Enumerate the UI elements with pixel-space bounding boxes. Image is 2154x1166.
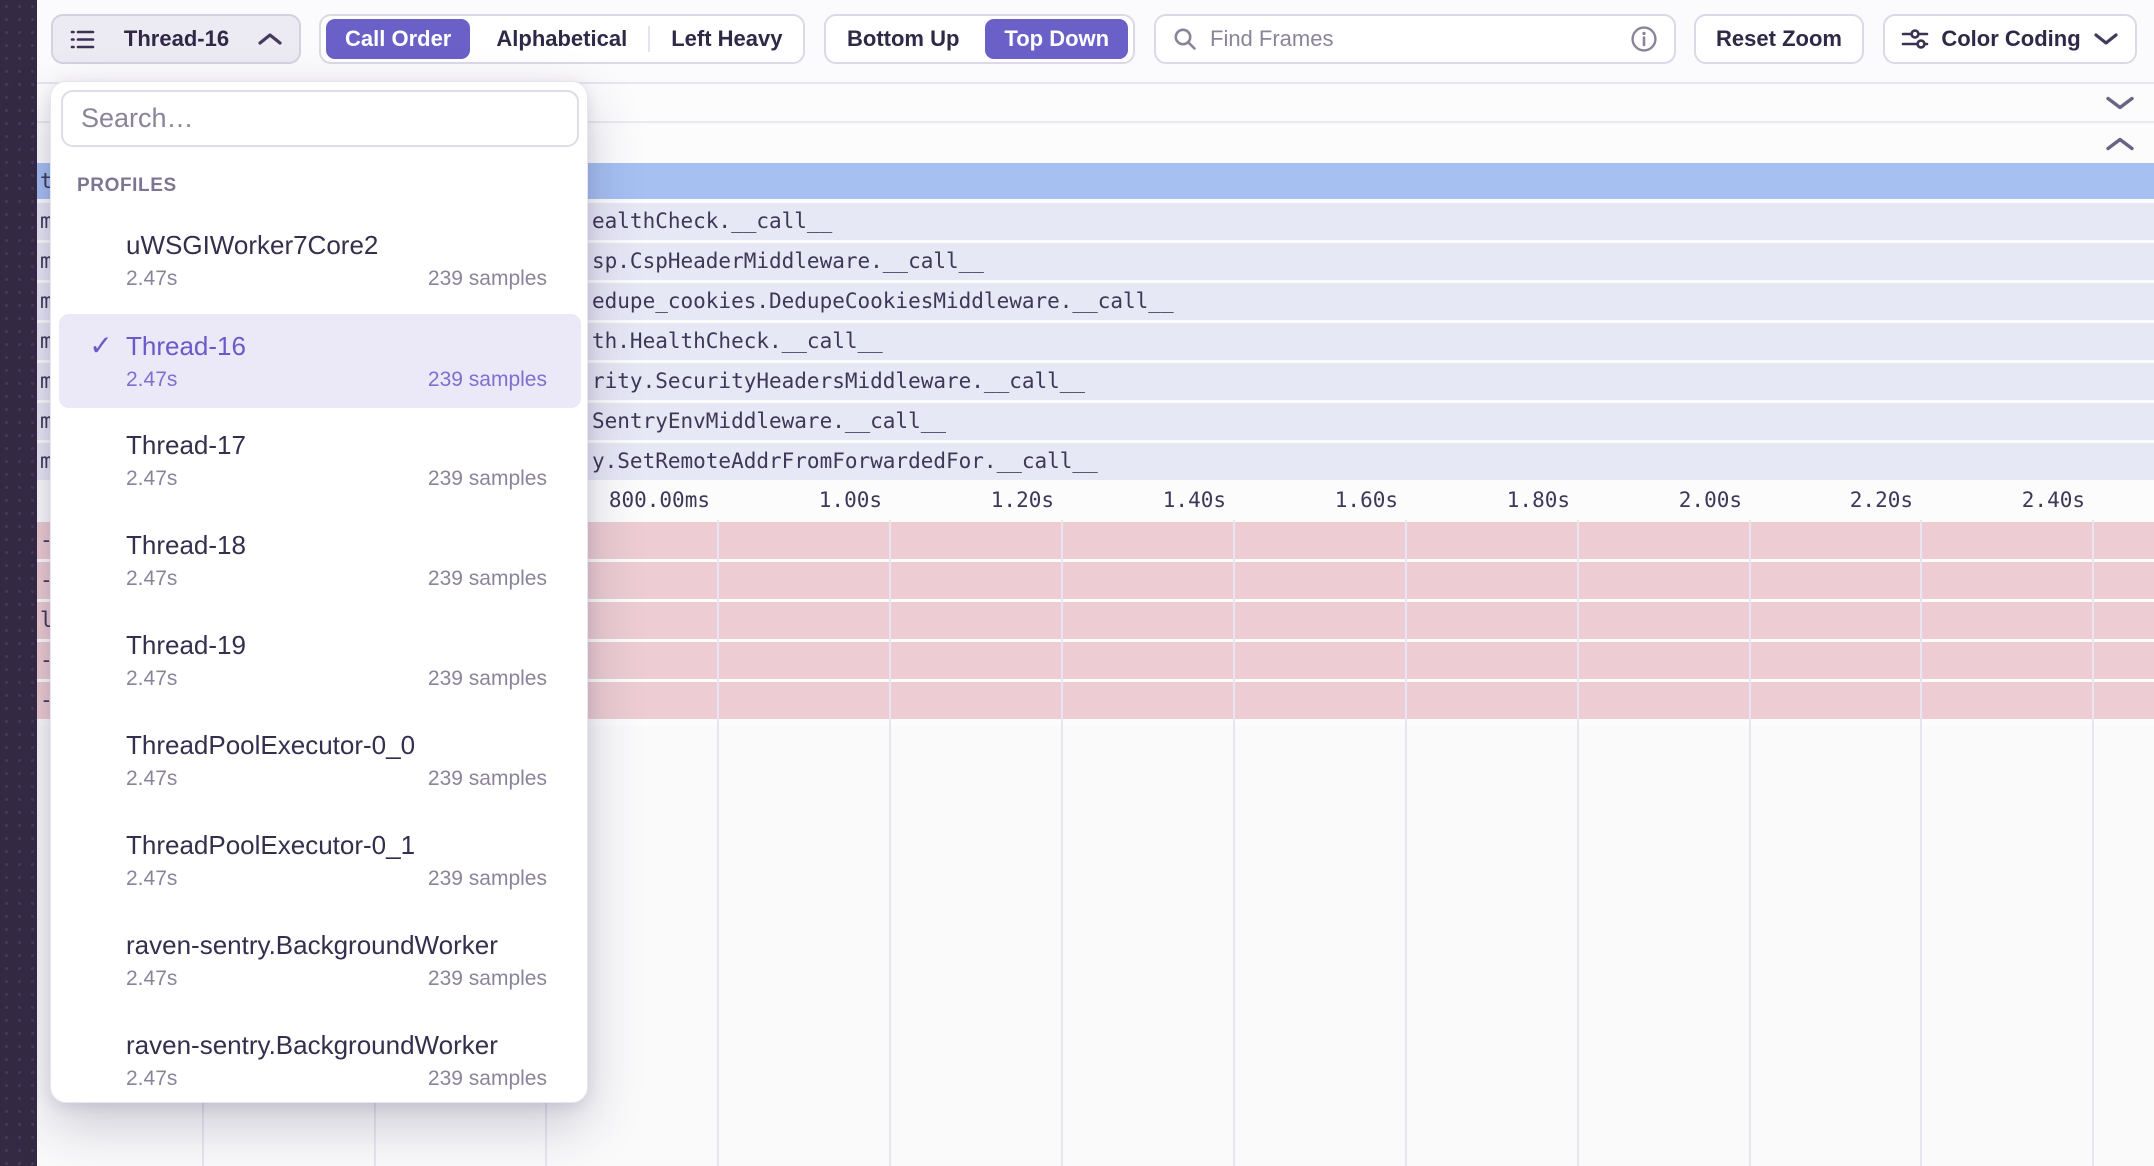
axis-tick-label: 2.20s (1733, 480, 1913, 520)
reset-zoom-button[interactable]: Reset Zoom (1694, 14, 1864, 64)
flamegraph-toolbar: Thread-16 Call Order Alphabetical Left H… (37, 0, 2154, 84)
profiles-section-label: PROFILES (77, 175, 177, 197)
sort-left-heavy-button[interactable]: Left Heavy (650, 26, 803, 52)
checkmark-icon: ✓ (81, 329, 121, 363)
sliders-icon (1901, 26, 1929, 52)
time-gridline (1061, 520, 1063, 1166)
time-gridline (2092, 520, 2094, 1166)
collapse-section-chevron-up-icon[interactable] (2104, 136, 2136, 153)
time-gridline (1577, 520, 1579, 1166)
find-frames-input[interactable] (1208, 25, 1630, 53)
axis-tick-label: 1.60s (1218, 480, 1398, 520)
time-gridline (1233, 520, 1235, 1166)
time-gridline (1749, 520, 1751, 1166)
axis-tick-label: 1.80s (1390, 480, 1570, 520)
sidebar-nav-strip (0, 0, 37, 1166)
direction-segmented-control: Bottom Up Top Down (824, 14, 1135, 64)
axis-tick-label: 2.00s (1562, 480, 1742, 520)
time-gridline (717, 520, 719, 1166)
chevron-up-icon (257, 32, 283, 46)
axis-tick-label: 1.20s (874, 480, 1054, 520)
expand-section-chevron-down-icon[interactable] (2104, 94, 2136, 111)
axis-tick-label: 2.40s (1905, 480, 2085, 520)
thread-selector-button[interactable]: Thread-16 (51, 14, 301, 64)
search-icon (1172, 26, 1198, 52)
sort-mode-segmented-control: Call Order Alphabetical Left Heavy (319, 14, 805, 64)
axis-tick-label: 1.40s (1046, 480, 1226, 520)
axis-tick-label: 1.00s (702, 480, 882, 520)
find-frames-field[interactable] (1154, 14, 1676, 64)
thread-selector-dropdown: PROFILES uWSGIWorker7Core2 2.47s 239 sam… (50, 81, 588, 1103)
time-gridline (1405, 520, 1407, 1166)
thread-selector-label: Thread-16 (124, 26, 229, 52)
thread-list-icon (69, 26, 96, 53)
time-gridline (1920, 520, 1922, 1166)
direction-bottom-up-button[interactable]: Bottom Up (826, 26, 980, 52)
sort-alphabetical-button[interactable]: Alphabetical (475, 26, 648, 52)
dropdown-search-input[interactable] (61, 90, 579, 147)
sort-call-order-button[interactable]: Call Order (326, 19, 470, 59)
chevron-down-icon (2093, 32, 2119, 46)
direction-top-down-button[interactable]: Top Down (985, 19, 1128, 59)
info-icon[interactable] (1630, 25, 1658, 53)
color-coding-button[interactable]: Color Coding (1883, 14, 2137, 64)
time-gridline (889, 520, 891, 1166)
